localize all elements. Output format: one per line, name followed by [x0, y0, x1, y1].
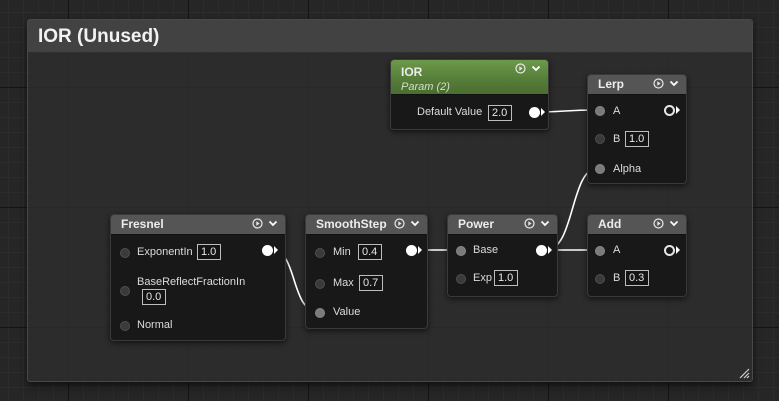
pin-label-exponent: ExponentIn	[137, 246, 193, 258]
output-pin-arrow	[541, 108, 545, 116]
node-power[interactable]: Power Base Exp 1.0	[447, 214, 558, 297]
pin-label-base: Base	[473, 244, 499, 256]
base-reflect-value-field[interactable]: 0.0	[142, 289, 166, 305]
default-value-label: Default Value	[417, 106, 483, 118]
node-title: Fresnel	[121, 217, 164, 231]
input-pin-base-reflect[interactable]	[120, 286, 130, 296]
node-add[interactable]: Add A B 0.3	[587, 214, 687, 297]
input-pin-exp[interactable]	[456, 274, 466, 284]
node-title: IOR	[401, 65, 423, 79]
node-title: Lerp	[598, 77, 625, 91]
input-pin-value[interactable]	[315, 308, 325, 318]
node-subtitle: Param (2)	[401, 81, 450, 93]
play-circle-icon[interactable]	[653, 78, 664, 89]
input-pin-b[interactable]	[595, 274, 605, 284]
play-circle-icon[interactable]	[394, 218, 405, 229]
node-header[interactable]: Power	[448, 215, 557, 235]
default-value-field[interactable]: 2.0	[488, 105, 512, 121]
pin-label-a: A	[613, 244, 621, 256]
node-lerp[interactable]: Lerp A B 1.0 Alpha	[587, 74, 687, 184]
input-pin-base[interactable]	[456, 246, 466, 256]
pin-label-exp: Exp	[473, 272, 492, 284]
comment-header[interactable]: IOR (Unused)	[28, 20, 752, 53]
output-pin-arrow	[676, 246, 680, 254]
input-pin-min[interactable]	[315, 248, 325, 258]
output-pin-arrow	[676, 106, 680, 114]
pin-label-max: Max	[333, 277, 354, 289]
output-pin-arrow	[548, 246, 552, 254]
node-header[interactable]: Fresnel	[111, 215, 285, 235]
output-pin[interactable]	[262, 245, 273, 256]
exp-value-field[interactable]: 1.0	[494, 270, 518, 286]
node-header[interactable]: IOR Param (2)	[391, 60, 548, 95]
output-pin[interactable]	[406, 245, 417, 256]
output-pin[interactable]	[664, 105, 675, 116]
input-pin-exponent[interactable]	[120, 248, 130, 258]
pin-label-alpha: Alpha	[613, 163, 642, 175]
output-pin-arrow	[274, 246, 278, 254]
node-fresnel[interactable]: Fresnel ExponentIn 1.0 BaseReflectFracti…	[110, 214, 286, 341]
pin-label-value: Value	[333, 306, 361, 318]
resize-grip-icon[interactable]	[738, 367, 750, 379]
node-title: Power	[458, 217, 495, 231]
b-value-field[interactable]: 1.0	[625, 131, 649, 147]
input-pin-normal[interactable]	[120, 321, 130, 331]
chevron-down-icon[interactable]	[268, 218, 278, 229]
chevron-down-icon[interactable]	[540, 218, 550, 229]
max-value-field[interactable]: 0.7	[359, 275, 383, 291]
exponent-value-field[interactable]: 1.0	[197, 244, 221, 260]
output-pin[interactable]	[664, 245, 675, 256]
pin-label-base-reflect: BaseReflectFractionIn	[137, 276, 246, 288]
b-value-field[interactable]: 0.3	[625, 270, 649, 286]
pin-label-min: Min	[333, 246, 351, 258]
play-circle-icon[interactable]	[524, 218, 535, 229]
chevron-down-icon[interactable]	[410, 218, 420, 229]
play-circle-icon[interactable]	[252, 218, 263, 229]
node-title: Add	[598, 217, 622, 231]
pin-label-normal: Normal	[137, 319, 173, 331]
output-pin-arrow	[418, 246, 422, 254]
input-pin-a[interactable]	[595, 246, 605, 256]
node-title: SmoothStep	[316, 217, 387, 231]
node-smoothstep[interactable]: SmoothStep Min 0.4 Max 0.7 Value	[305, 214, 428, 329]
play-circle-icon[interactable]	[653, 218, 664, 229]
input-pin-a[interactable]	[595, 106, 605, 116]
input-pin-alpha[interactable]	[595, 164, 605, 174]
pin-label-b: B	[613, 272, 621, 284]
min-value-field[interactable]: 0.4	[358, 244, 382, 260]
play-circle-icon[interactable]	[515, 63, 526, 74]
output-pin[interactable]	[529, 107, 540, 118]
comment-title: IOR (Unused)	[38, 26, 160, 47]
pin-label-b: B	[613, 133, 621, 145]
node-header[interactable]: Add	[588, 215, 686, 235]
node-header[interactable]: Lerp	[588, 75, 686, 95]
input-pin-max[interactable]	[315, 279, 325, 289]
node-ior[interactable]: IOR Param (2) Default Value 2.0	[390, 59, 549, 130]
output-pin[interactable]	[536, 245, 547, 256]
node-header[interactable]: SmoothStep	[306, 215, 427, 235]
pin-label-a: A	[613, 105, 621, 117]
chevron-down-icon[interactable]	[669, 218, 679, 229]
chevron-down-icon[interactable]	[531, 63, 541, 74]
chevron-down-icon[interactable]	[669, 78, 679, 89]
input-pin-b[interactable]	[595, 134, 605, 144]
